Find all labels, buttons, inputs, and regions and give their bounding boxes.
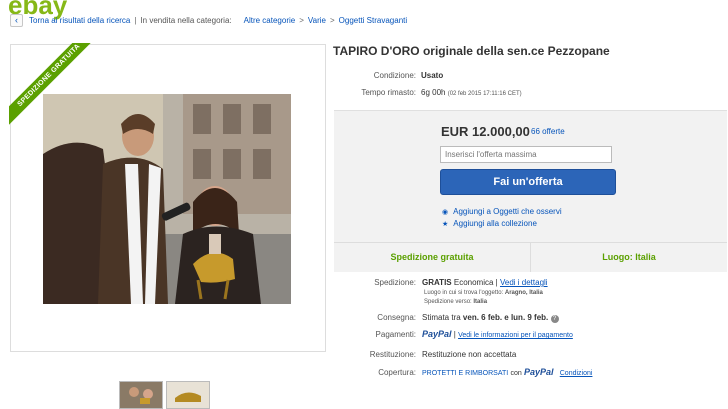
returns-row: Restituzione: Restituzione non accettata: [334, 350, 517, 359]
crumb-oggetti-stravaganti[interactable]: Oggetti Stravaganti: [339, 16, 407, 25]
condition-value: Usato: [421, 71, 444, 80]
shipping-details-link[interactable]: Vedi i dettagli: [500, 278, 548, 287]
end-date: (02 feb 2015 17:11:16 CET): [447, 91, 522, 97]
star-icon: ★: [442, 221, 449, 228]
payments-row: Pagamenti: PayPal | Vedi le informazioni …: [334, 329, 573, 339]
chevron-right-icon: >: [299, 15, 304, 25]
free-shipping-label: Spedizione gratuita: [334, 243, 531, 272]
shipping-label: Spedizione:: [374, 278, 416, 287]
delivery-row: Consegna: Stimata tra ven. 6 feb. e lun. …: [334, 313, 559, 323]
condition-row: Condizione: Usato: [334, 71, 443, 80]
time-left-row: Tempo rimasto: 6g 00h (02 feb 2015 17:11:…: [334, 88, 522, 97]
ebay-logo[interactable]: ebay: [0, 0, 160, 20]
payments-label: Pagamenti:: [375, 330, 416, 339]
coverage-value: PROTETTI E RIMBORSATI: [422, 370, 509, 377]
place-bid-button[interactable]: Fai un'offerta: [440, 169, 616, 195]
breadcrumb-divider: |: [134, 15, 137, 25]
photo-gallery: SPEDIZIONE GRATUITA: [9, 43, 326, 352]
chevron-right-icon: >: [329, 15, 335, 25]
category-label: In vendita nella categoria:: [140, 15, 232, 25]
paypal-logo: PayPal: [422, 329, 452, 339]
coverage-with: con: [510, 370, 522, 377]
breadcrumb: ‹ Torna ai risultati della ricerca | In …: [10, 13, 407, 27]
shipping-free-value: GRATIS: [422, 278, 452, 287]
coverage-label: Copertura:: [378, 368, 416, 377]
ships-to-row: Spedizione verso: Italia: [424, 299, 487, 305]
paypal-logo-coverage: PayPal: [523, 367, 554, 377]
add-to-collection-link[interactable]: ★ Aggiungi alla collezione: [442, 219, 537, 228]
current-price: EUR 12.000,00: [441, 124, 530, 139]
coverage-row: Copertura: PROTETTI E RIMBORSATI con PayP…: [334, 367, 592, 377]
shipping-summary-strip: Spedizione gratuita Luogo: Italia: [334, 242, 727, 272]
shipping-row: Spedizione: GRATIS Economica | Vedi i det…: [334, 278, 548, 287]
time-left-label: Tempo rimasto:: [361, 88, 416, 97]
condition-label: Condizione:: [373, 71, 416, 80]
payment-info-link[interactable]: Vedi le informazioni per il pagamento: [458, 332, 573, 339]
crumb-varie[interactable]: Varie: [308, 16, 326, 25]
bid-panel: EUR 12.000,00 66 offerte Fai un'offerta …: [334, 110, 727, 272]
back-arrow-icon[interactable]: ‹: [10, 13, 23, 27]
returns-value: Restituzione non accettata: [422, 350, 517, 359]
add-to-watchlist-link[interactable]: ◉ Aggiungi a Oggetti che osservi: [442, 207, 562, 216]
back-to-results-link[interactable]: Torna ai risultati della ricerca: [29, 16, 130, 25]
listing-title: TAPIRO D'ORO originale della sen.ce Pezz…: [333, 44, 610, 58]
main-product-photo[interactable]: [43, 94, 291, 304]
delivery-label: Consegna:: [377, 313, 416, 322]
item-location-value: Aragno, Italia: [504, 290, 543, 296]
ships-to-label: Spedizione verso:: [424, 299, 472, 305]
ships-to-value: Italia: [473, 299, 488, 305]
returns-label: Restituzione:: [369, 350, 416, 359]
help-icon[interactable]: ?: [550, 315, 559, 323]
item-location-label: Luogo in cui si trova l'oggetto:: [424, 290, 504, 296]
location-label: Luogo: Italia: [602, 252, 656, 262]
time-left-value: 6g 00h: [421, 88, 446, 97]
coverage-conditions-link[interactable]: Condizioni: [560, 370, 593, 377]
delivery-prefix: Stimata tra: [422, 313, 461, 322]
offers-count-link[interactable]: 66 offerte: [531, 127, 565, 136]
delivery-range: ven. 6 feb. e lun. 9 feb.: [462, 313, 549, 322]
max-bid-input[interactable]: [440, 146, 612, 163]
item-location-row: Luogo in cui si trova l'oggetto: Aragno,…: [424, 290, 543, 296]
shipping-method: Economica: [453, 278, 494, 287]
eye-icon: ◉: [442, 209, 449, 216]
crumb-altre-categorie[interactable]: Altre categorie: [244, 16, 296, 25]
